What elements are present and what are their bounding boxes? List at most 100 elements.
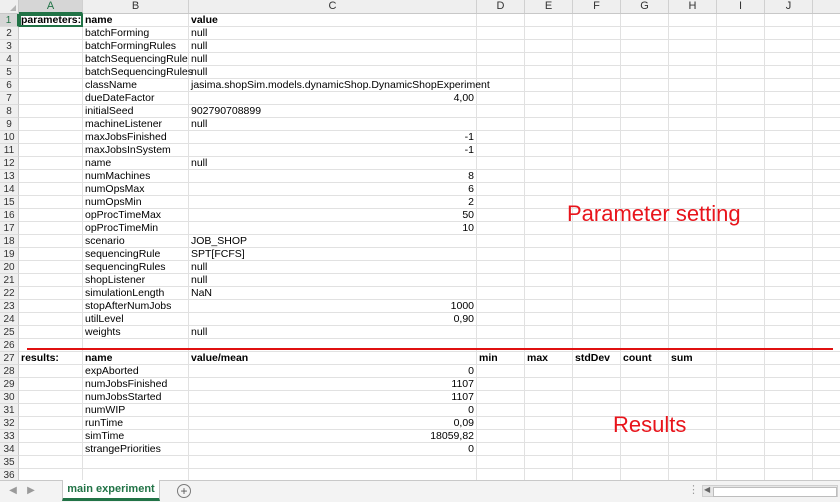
cell-e[interactable] — [525, 417, 573, 430]
cell-a[interactable] — [19, 313, 83, 326]
cell-a[interactable] — [19, 287, 83, 300]
cell-k[interactable] — [813, 222, 840, 235]
cell-d[interactable] — [477, 14, 525, 27]
cell-f[interactable] — [573, 105, 621, 118]
row-header[interactable]: 12 — [0, 157, 19, 170]
cell-f[interactable] — [573, 183, 621, 196]
cell-e[interactable] — [525, 209, 573, 222]
cell-j[interactable] — [765, 27, 813, 40]
cell-i[interactable] — [717, 40, 765, 53]
cell-g[interactable] — [621, 326, 669, 339]
row-header[interactable]: 6 — [0, 79, 19, 92]
row-header[interactable]: 23 — [0, 300, 19, 313]
horizontal-scrollbar[interactable]: ◀ — [702, 485, 838, 497]
cell-k[interactable] — [813, 378, 840, 391]
cell-c[interactable]: 50 — [189, 209, 477, 222]
cell-k[interactable] — [813, 27, 840, 40]
cell-j[interactable] — [765, 248, 813, 261]
cell-k[interactable] — [813, 365, 840, 378]
row-header[interactable]: 1 — [0, 14, 19, 27]
cell-i[interactable] — [717, 456, 765, 469]
cell-f[interactable] — [573, 300, 621, 313]
cell-c[interactable]: null — [189, 261, 477, 274]
cell-b[interactable] — [83, 339, 189, 352]
row-header[interactable]: 24 — [0, 313, 19, 326]
cell-f[interactable] — [573, 248, 621, 261]
cell-f[interactable] — [573, 131, 621, 144]
cell-a[interactable] — [19, 248, 83, 261]
cell-g[interactable] — [621, 92, 669, 105]
cell-g[interactable] — [621, 14, 669, 27]
cell-a[interactable] — [19, 27, 83, 40]
cell-e[interactable] — [525, 469, 573, 480]
cell-i[interactable] — [717, 92, 765, 105]
cell-k[interactable] — [813, 79, 840, 92]
cell-f[interactable] — [573, 40, 621, 53]
cell-e[interactable] — [525, 53, 573, 66]
cell-b[interactable]: name — [83, 14, 189, 27]
cell-f[interactable] — [573, 287, 621, 300]
cell-d[interactable] — [477, 131, 525, 144]
cell-k[interactable] — [813, 118, 840, 131]
cell-j[interactable] — [765, 456, 813, 469]
cell-a[interactable] — [19, 118, 83, 131]
cell-i[interactable] — [717, 66, 765, 79]
cell-e[interactable] — [525, 235, 573, 248]
cell-d[interactable] — [477, 287, 525, 300]
cell-j[interactable] — [765, 222, 813, 235]
cell-d[interactable] — [477, 170, 525, 183]
cell-j[interactable] — [765, 170, 813, 183]
cell-j[interactable] — [765, 209, 813, 222]
cell-h[interactable] — [669, 105, 717, 118]
row-header[interactable]: 10 — [0, 131, 19, 144]
cell-a[interactable] — [19, 378, 83, 391]
cell-e[interactable] — [525, 404, 573, 417]
cell-b[interactable]: batchSequencingRule — [83, 53, 189, 66]
cell-j[interactable] — [765, 183, 813, 196]
cell-e[interactable] — [525, 339, 573, 352]
cell-i[interactable] — [717, 365, 765, 378]
cell-c[interactable]: value/mean — [189, 352, 477, 365]
cell-a[interactable] — [19, 274, 83, 287]
cell-e[interactable] — [525, 391, 573, 404]
cell-f[interactable] — [573, 326, 621, 339]
row-header[interactable]: 16 — [0, 209, 19, 222]
cell-k[interactable] — [813, 196, 840, 209]
cell-c[interactable] — [189, 469, 477, 480]
cell-e[interactable] — [525, 365, 573, 378]
cell-i[interactable] — [717, 378, 765, 391]
cell-h[interactable] — [669, 391, 717, 404]
scroll-left-arrow-icon[interactable]: ◀ — [704, 485, 710, 494]
cell-c[interactable] — [189, 456, 477, 469]
cell-e[interactable] — [525, 92, 573, 105]
cell-h[interactable] — [669, 313, 717, 326]
select-all-corner[interactable] — [0, 0, 19, 13]
cell-i[interactable] — [717, 352, 765, 365]
cell-h[interactable] — [669, 14, 717, 27]
cell-k[interactable] — [813, 248, 840, 261]
cell-e[interactable] — [525, 443, 573, 456]
cell-g[interactable] — [621, 443, 669, 456]
row-header[interactable]: 13 — [0, 170, 19, 183]
cell-f[interactable] — [573, 378, 621, 391]
cell-a[interactable] — [19, 443, 83, 456]
cell-i[interactable] — [717, 235, 765, 248]
cell-d[interactable] — [477, 378, 525, 391]
cell-c[interactable]: -1 — [189, 131, 477, 144]
cell-h[interactable] — [669, 183, 717, 196]
cell-j[interactable] — [765, 131, 813, 144]
cell-i[interactable] — [717, 430, 765, 443]
cell-b[interactable]: initialSeed — [83, 105, 189, 118]
cell-g[interactable] — [621, 469, 669, 480]
cell-d[interactable] — [477, 430, 525, 443]
cell-i[interactable] — [717, 157, 765, 170]
cell-a[interactable] — [19, 339, 83, 352]
column-header-a[interactable]: A — [19, 0, 83, 14]
row-header[interactable]: 35 — [0, 456, 19, 469]
cell-g[interactable] — [621, 118, 669, 131]
cell-e[interactable] — [525, 274, 573, 287]
cell-g[interactable] — [621, 66, 669, 79]
cell-j[interactable] — [765, 352, 813, 365]
cell-i[interactable] — [717, 313, 765, 326]
cell-e[interactable] — [525, 313, 573, 326]
